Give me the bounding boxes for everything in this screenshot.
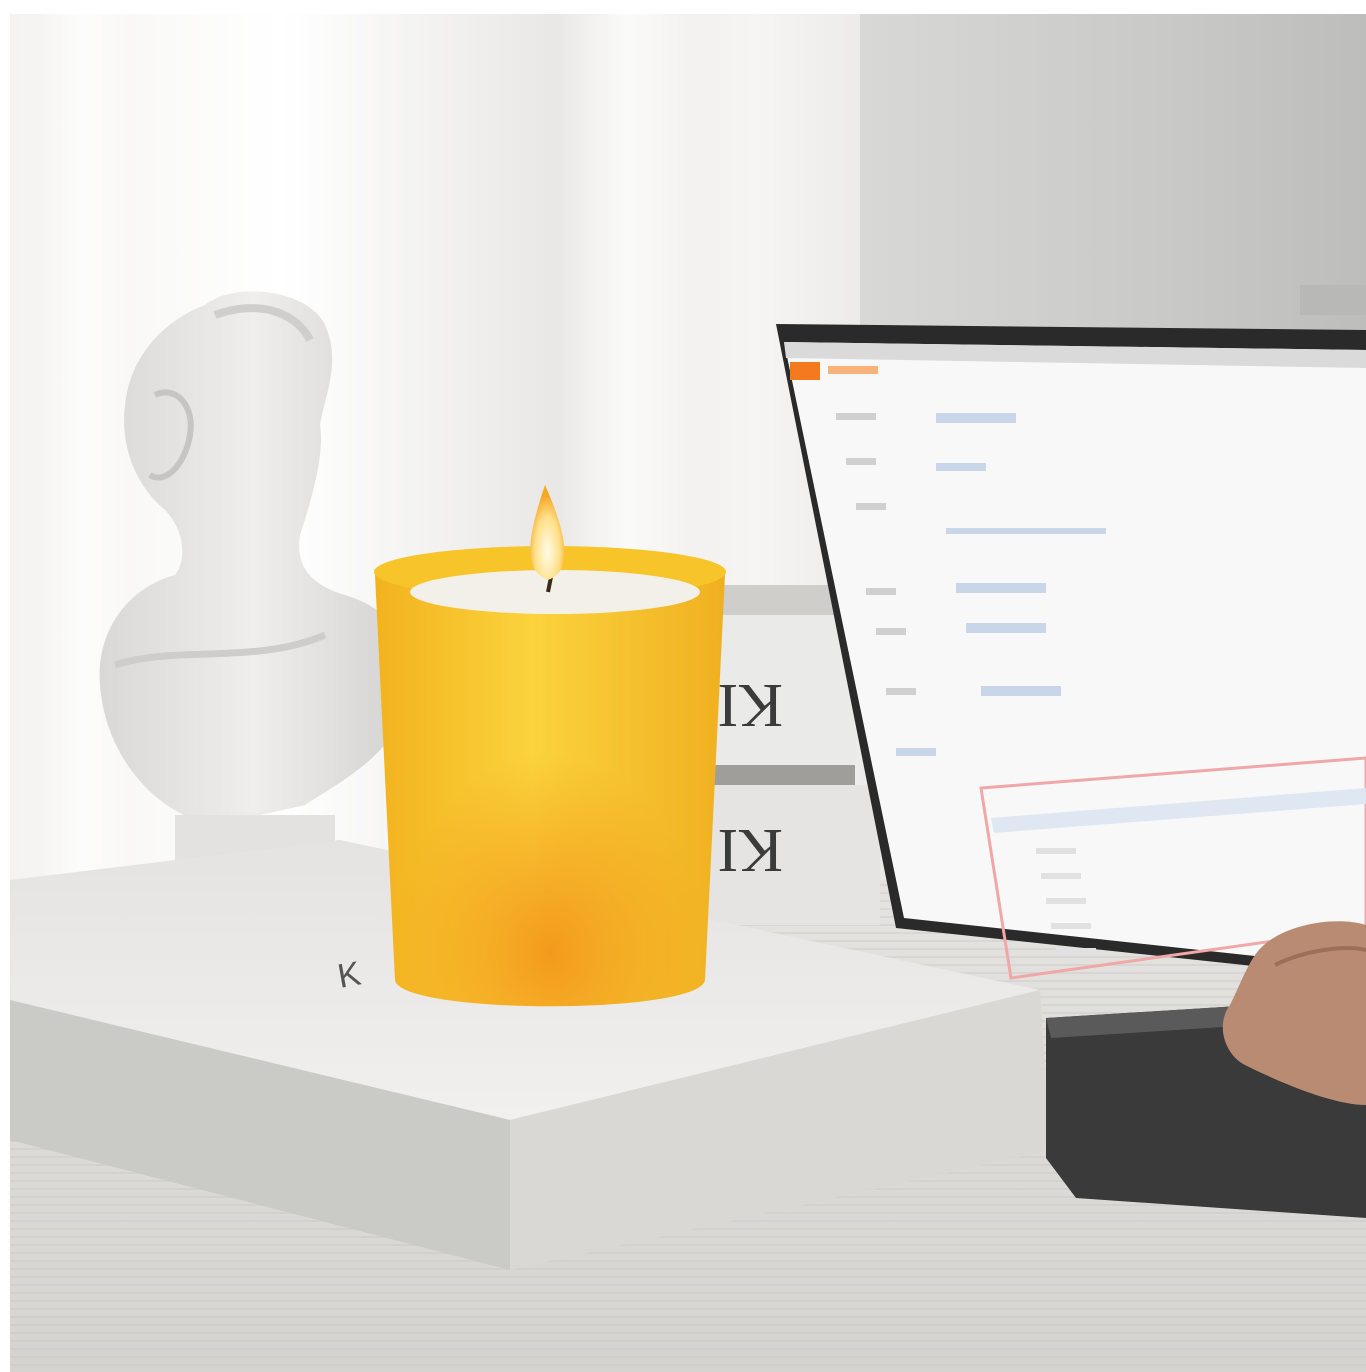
photo-scene: KI KI K bbox=[0, 0, 1366, 1372]
app-logo-icon bbox=[790, 362, 820, 380]
shelf-edge bbox=[1300, 285, 1366, 315]
typing-hand bbox=[1215, 915, 1366, 1105]
plaster-bust bbox=[95, 285, 415, 865]
wall-shadow bbox=[860, 14, 1366, 344]
candle-wax bbox=[410, 570, 700, 614]
yellow-candle bbox=[370, 480, 730, 1020]
candle-flame bbox=[530, 485, 565, 580]
